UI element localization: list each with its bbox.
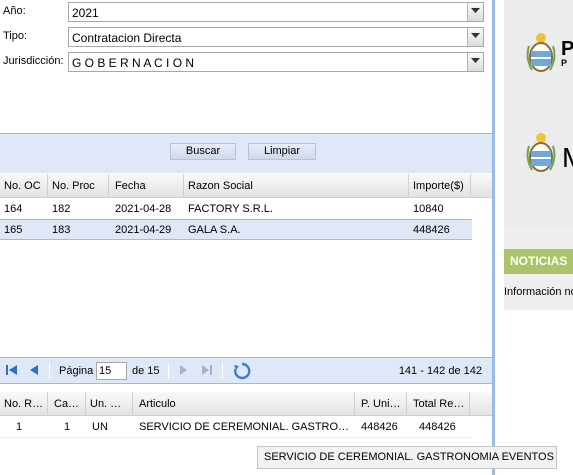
field-jurisdiccion: Jurisdicción: G O B E R N A C I O N xyxy=(0,52,492,72)
right-sidebar: P P M NOTICIAS Información no xyxy=(504,0,573,310)
last-page-icon[interactable] xyxy=(200,363,214,380)
field-tipo: Tipo: Contratacion Directa xyxy=(0,27,492,47)
first-page-icon[interactable] xyxy=(5,363,19,380)
table-row[interactable]: 1 1 UN SERVICIO DE CEREMONIAL. GASTRO… 4… xyxy=(0,417,472,438)
col-cantidad[interactable]: Ca… xyxy=(48,392,86,416)
jurisdiccion-value: G O B E R N A C I O N xyxy=(72,56,195,70)
col-razon-social[interactable]: Razon Social xyxy=(184,174,409,198)
cell-oc: 165 xyxy=(4,224,23,236)
page-range: 141 - 142 de 142 xyxy=(398,365,482,377)
table-row[interactable]: 164 182 2021-04-28 FACTORY S.R.L. 10840 xyxy=(0,199,472,220)
prev-page-icon[interactable] xyxy=(27,363,41,380)
page-label: Página xyxy=(59,365,94,377)
cell-fecha: 2021-04-28 xyxy=(115,203,172,215)
cell-puni: 448426 xyxy=(361,421,398,433)
cell-proc: 183 xyxy=(52,224,71,236)
cell-oc: 164 xyxy=(4,203,23,215)
button-bar: Buscar Limpiar xyxy=(0,133,492,173)
col-no-proc[interactable]: No. Proc xyxy=(48,174,109,198)
items-grid-header: No. R… Ca… Un. … Articulo P. Uni… Total … xyxy=(0,392,492,416)
col-importe[interactable]: Importe($) xyxy=(409,174,471,198)
cell-nr: 1 xyxy=(15,421,23,433)
cell-articulo: SERVICIO DE CEREMONIAL. GASTRO… xyxy=(139,421,350,433)
col-unidad[interactable]: Un. … xyxy=(86,392,133,416)
separator xyxy=(168,363,169,379)
cell-razon: FACTORY S.R.L. xyxy=(188,203,273,215)
col-precio-unitario[interactable]: P. Uni… xyxy=(355,392,407,416)
pagination-toolbar: Página 15 de 15 141 - 142 de 142 xyxy=(0,357,492,384)
page-of-label: de 15 xyxy=(132,365,160,377)
col-no-oc[interactable]: No. OC xyxy=(0,174,48,198)
cell-ca: 1 xyxy=(63,421,71,433)
next-page-icon[interactable] xyxy=(176,363,190,380)
table-row[interactable]: 165 183 2021-04-29 GALA S.A. 448426 xyxy=(0,219,472,240)
chevron-down-icon[interactable] xyxy=(467,53,483,71)
separator xyxy=(49,363,50,379)
tipo-label: Tipo: xyxy=(3,30,28,42)
cell-razon: GALA S.A. xyxy=(188,224,241,236)
col-fecha[interactable]: Fecha xyxy=(109,174,184,198)
jurisdiccion-select[interactable]: G O B E R N A C I O N xyxy=(68,52,484,72)
refresh-icon[interactable] xyxy=(233,362,251,383)
cell-importe: 10840 xyxy=(413,203,444,215)
logo-subtext-1: P xyxy=(561,58,568,68)
news-title: NOTICIAS xyxy=(504,249,573,274)
anio-value: 2021 xyxy=(72,6,99,20)
tooltip: SERVICIO DE CEREMONIAL. GASTRONOMIA EVEN… xyxy=(257,446,557,469)
page-input[interactable]: 15 xyxy=(96,362,127,380)
col-no-r[interactable]: No. R… xyxy=(0,392,48,416)
buscar-button[interactable]: Buscar xyxy=(170,143,236,160)
anio-label: Año: xyxy=(3,5,26,17)
cell-proc: 182 xyxy=(52,203,71,215)
col-articulo[interactable]: Articulo xyxy=(133,392,355,416)
cell-importe: 448426 xyxy=(413,224,450,236)
tipo-value: Contratacion Directa xyxy=(72,31,182,45)
field-anio: Año: 2021 xyxy=(0,2,492,22)
search-form: Año: 2021 Tipo: Contratacion Directa Jur… xyxy=(0,0,492,133)
cell-total: 448426 xyxy=(419,421,456,433)
jurisdiccion-label: Jurisdicción: xyxy=(3,55,64,67)
limpiar-button[interactable]: Limpiar xyxy=(248,143,316,160)
cell-un: UN xyxy=(92,421,108,433)
cell-fecha: 2021-04-29 xyxy=(115,224,172,236)
chevron-down-icon[interactable] xyxy=(467,28,483,46)
coat-of-arms-icon xyxy=(524,30,558,83)
anio-select[interactable]: 2021 xyxy=(68,2,484,22)
tipo-select[interactable]: Contratacion Directa xyxy=(68,27,484,47)
logo-text-2: M xyxy=(562,142,573,174)
orders-grid-header: No. OC No. Proc Fecha Razon Social Impor… xyxy=(0,174,492,198)
coat-of-arms-icon xyxy=(524,130,558,183)
separator xyxy=(222,363,223,379)
col-total[interactable]: Total Re… xyxy=(407,392,470,416)
logo-box: P P M xyxy=(504,0,573,228)
chevron-down-icon[interactable] xyxy=(467,3,483,21)
panel-divider xyxy=(492,0,495,475)
news-text: Información no xyxy=(504,286,573,298)
